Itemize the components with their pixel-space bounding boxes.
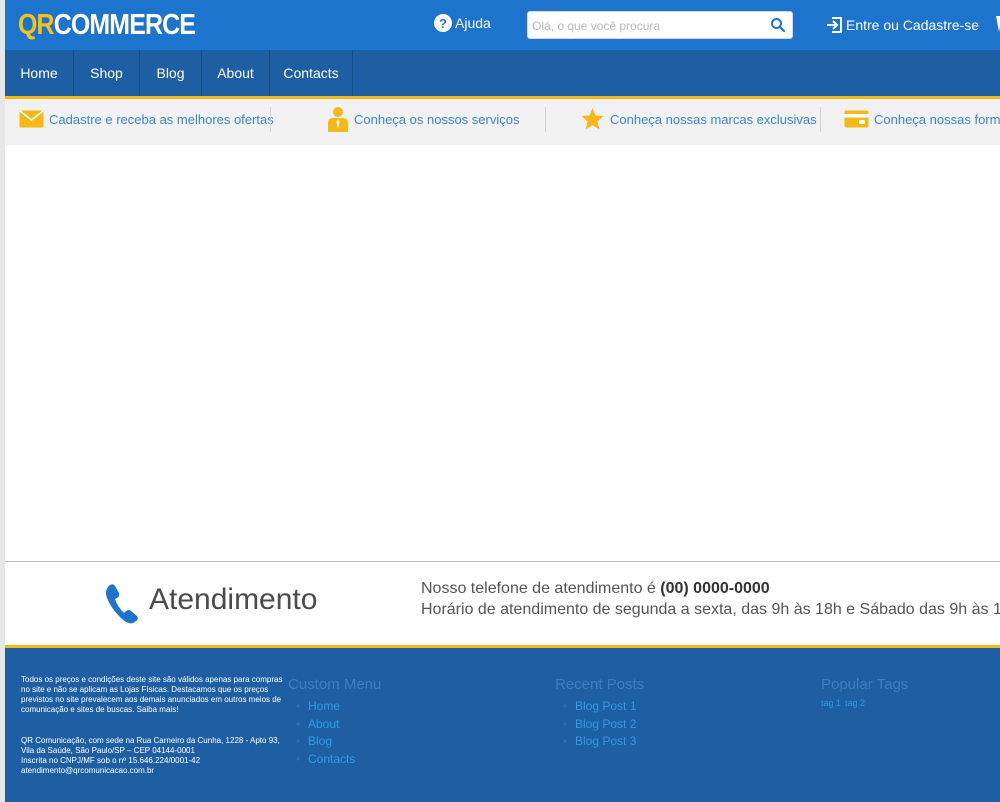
bullet-icon: • [296,699,301,713]
credit-card-icon [844,110,869,128]
login-label: Entre ou Cadastre-se [846,17,980,33]
nav-item-contacts[interactable]: Contacts [270,50,353,96]
logo-suffix: COMMERCE [53,9,196,41]
address-line: QR Comunicação, com sede na Rua Carneiro… [21,736,280,755]
help-label: Ajuda [455,15,491,31]
person-icon [328,107,348,132]
cnpj-line: Inscrita no CNPJ/MF sob o nº 15.646.224/… [21,756,201,765]
cart-icon[interactable] [994,14,1000,36]
benefit-brands[interactable]: Conheça nossas marcas exclusivas [580,99,817,139]
search-input[interactable] [532,16,762,36]
phone-icon [106,584,138,624]
bullet-icon: • [563,734,568,748]
benefit-payment[interactable]: Conheça nossas formas [844,99,1000,139]
email-line: atendimento@qrcomunicacao.com.br [21,766,155,775]
nav-item-blog[interactable]: Blog [140,50,202,96]
recent-post-link[interactable]: • Blog Post 1 [555,698,644,716]
benefit-label: Conheça nossas formas [874,111,1000,127]
help-link[interactable]: ? Ajuda [434,14,491,32]
footer-menu-item[interactable]: • About [288,716,381,734]
support-hours: Horário de atendimento de segunda a sext… [421,601,1000,618]
login-register-link[interactable]: Entre ou Cadastre-se [825,16,979,34]
footer-recent-posts: Recent Posts • Blog Post 1 • Blog Post 2 •… [555,676,644,751]
footer-address: QR Comunicação, com sede na Rua Carneiro… [21,736,283,776]
tag-link[interactable]: tag 1 [821,698,841,708]
benefit-newsletter[interactable]: Cadastre e receba as melhores ofertas [19,99,274,139]
footer-popular-tags: Popular Tags tag 1 tag 2 [821,676,908,708]
recent-posts-title: Recent Posts [555,676,645,693]
support-phone-prefix: Nosso telefone de atendimento é [421,580,661,597]
bullet-icon: • [296,734,301,748]
bullet-icon: • [563,716,568,731]
popular-tags-title: Popular Tags [821,676,909,693]
bullet-icon: • [296,751,301,766]
main-nav: Home Shop Blog About Contacts [5,50,1000,96]
divider [820,107,821,132]
support-phone: Nosso telefone de atendimento é (00) 000… [421,580,770,598]
tag-link[interactable]: tag 2 [845,698,865,708]
benefit-label: Conheça nossas marcas exclusivas [610,111,817,127]
recent-post-link[interactable]: • Blog Post 2 [555,716,644,734]
recent-post-link[interactable]: • Blog Post 3 [555,733,644,751]
footer-disclaimer: Todos os preços e condições deste site s… [21,675,283,714]
divider [270,107,271,132]
benefit-label: Cadastre e receba as melhores ofertas [49,111,274,127]
nav-item-shop[interactable]: Shop [74,50,140,96]
support-title: Atendimento [149,583,318,616]
footer-custom-menu: Custom Menu • Home • About • Blog • Contacts [288,676,381,768]
nav-item-about[interactable]: About [202,50,270,96]
footer-menu-item[interactable]: • Home [288,698,381,716]
footer-menu-item[interactable]: • Blog [288,733,381,751]
support-phone-number: (00) 0000-0000 [660,580,770,597]
sign-in-icon [827,17,842,33]
bullet-icon: • [563,699,568,713]
bullet-icon: • [296,716,301,731]
envelope-icon [19,110,44,128]
search-icon[interactable] [770,17,786,33]
logo[interactable]: QRCOMMERCE [18,8,196,42]
question-icon: ? [434,14,452,32]
main-content [5,145,1000,561]
support-bar: Atendimento Nosso telefone de atendiment… [5,562,1000,645]
star-icon [581,108,604,130]
nav-item-home[interactable]: Home [5,50,74,96]
divider [545,107,546,132]
footer-menu-item[interactable]: • Contacts [288,751,381,769]
custom-menu-title: Custom Menu [288,676,382,693]
search-box [527,11,793,39]
benefits-bar: Cadastre e receba as melhores ofertas Co… [5,99,1000,145]
benefit-label: Conheça os nossos serviços [354,111,520,127]
logo-prefix: QR [18,9,55,41]
footer: Todos os preços e condições deste site s… [5,648,1000,802]
benefit-services[interactable]: Conheça os nossos serviços [327,99,519,139]
header-bar: QRCOMMERCE ? Ajuda Entre ou Cadastre-se [5,0,1000,50]
